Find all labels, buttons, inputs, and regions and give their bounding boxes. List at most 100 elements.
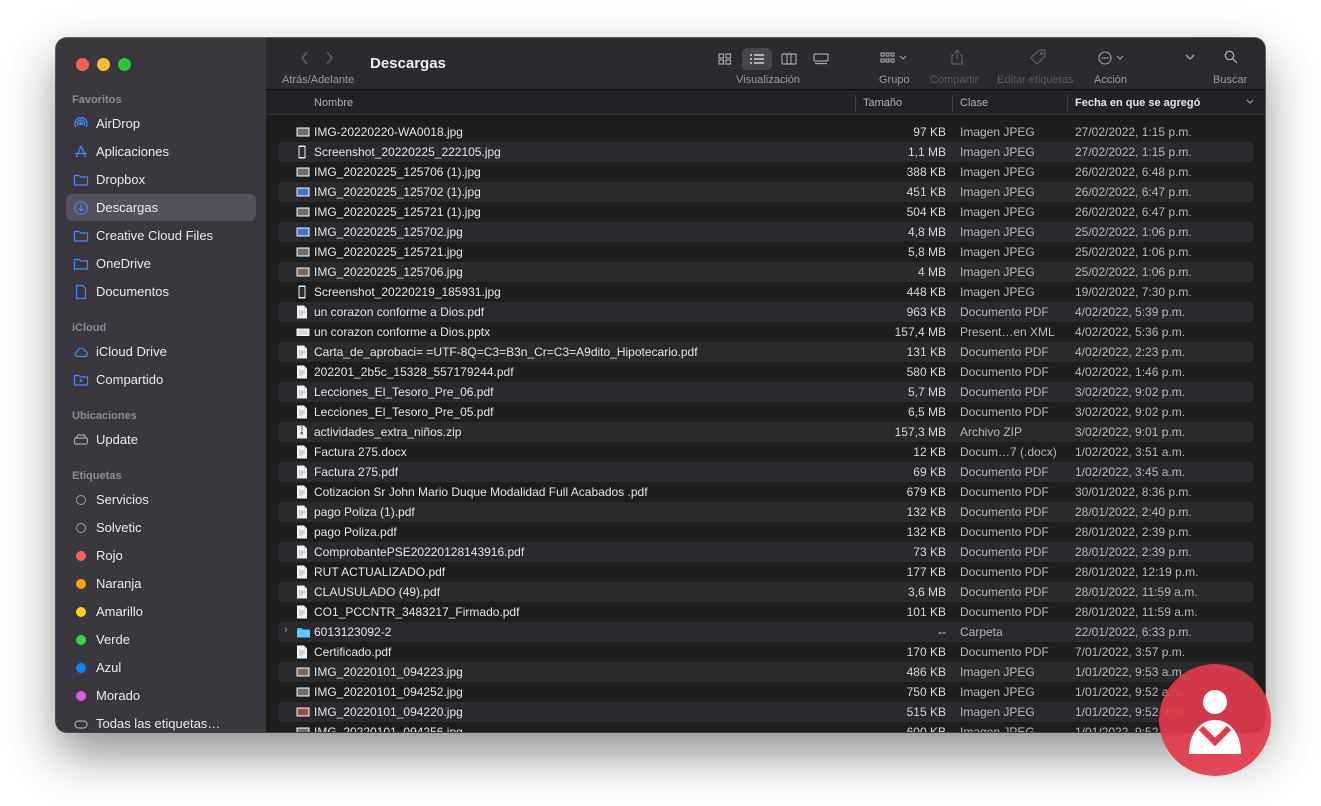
file-row[interactable]: ComprobantePSE20220128143916.pdf 73 KB Doc…	[278, 542, 1254, 562]
sidebar-item-locations[interactable]: Update	[66, 426, 256, 453]
forward-icon[interactable]	[324, 51, 334, 65]
sidebar-item-favorites[interactable]: Aplicaciones	[66, 138, 256, 165]
file-row[interactable]: IMG_20220101_094256.jpg 600 KB Imagen JPEG…	[278, 722, 1254, 732]
column-kind-header[interactable]: Clase	[960, 97, 988, 109]
sidebar-item-label: Compartido	[96, 372, 164, 387]
file-row[interactable]: Carta_de_aprobaci= =UTF-8Q=C3=B3n_Cr=C3=…	[278, 342, 1254, 362]
file-row[interactable]: IMG_20220225_125721.jpg 5,8 MB Imagen JPEG…	[278, 242, 1254, 262]
sidebar-item-favorites[interactable]: AirDrop	[66, 110, 256, 137]
column-separator[interactable]	[1067, 95, 1068, 111]
sidebar-item-favorites[interactable]: Creative Cloud Files	[66, 222, 256, 249]
sidebar-item-tags[interactable]: Rojo	[66, 542, 256, 569]
zoom-window-button[interactable]	[118, 58, 131, 71]
file-row[interactable]: Factura 275.docx 12 KB Docum…7 (.docx) 1/02…	[278, 442, 1254, 462]
column-separator[interactable]	[952, 95, 953, 111]
sidebar-item-favorites[interactable]: Dropbox	[66, 166, 256, 193]
sidebar-item-tags[interactable]: Solvetic	[66, 514, 256, 541]
sidebar-item-favorites[interactable]: Documentos	[66, 278, 256, 305]
sidebar-item-icloud[interactable]: Compartido	[66, 366, 256, 393]
file-row[interactable]: actividades_extra_niños.zip 157,3 MB Archi…	[278, 422, 1254, 442]
file-name: actividades_extra_niños.zip	[314, 425, 462, 439]
file-row[interactable]: un corazon conforme a Dios.pdf 963 KB Docu…	[278, 302, 1254, 322]
file-row[interactable]: Screenshot_20220219_185931.jpg 448 KB Imag…	[278, 282, 1254, 302]
sidebar-item-tags[interactable]: Amarillo	[66, 598, 256, 625]
file-row[interactable]: Cotizacion Sr John Mario Duque Modalidad…	[278, 482, 1254, 502]
column-name-header[interactable]: Nombre	[314, 97, 353, 109]
back-icon[interactable]	[300, 51, 310, 65]
file-name: Cotizacion Sr John Mario Duque Modalidad…	[314, 485, 648, 499]
file-date-added: 28/01/2022, 12:19 p.m.	[1075, 565, 1199, 579]
file-row[interactable]: IMG_20220225_125706 (1).jpg 388 KB Imagen …	[278, 162, 1254, 182]
group-button[interactable]	[880, 52, 908, 64]
file-row[interactable]: › 6013123092-2 -- Carpeta 22/01/2022, 6:33 p…	[278, 622, 1254, 642]
action-label: Acción	[1094, 74, 1128, 86]
file-row[interactable]: Screenshot_20220225_222105.jpg 1,1 MB Imag…	[278, 142, 1254, 162]
column-size-header[interactable]: Tamaño	[863, 97, 902, 109]
close-window-button[interactable]	[76, 58, 89, 71]
sidebar-item-tags[interactable]: Todas las etiquetas…	[66, 710, 256, 732]
main-pane: Atrás/Adelante Descargas Visualización G…	[266, 38, 1265, 732]
file-date-added: 4/02/2022, 5:39 p.m.	[1075, 305, 1186, 319]
sidebar-item-tags[interactable]: Naranja	[66, 570, 256, 597]
disclosure-triangle-icon[interactable]: ›	[284, 624, 288, 636]
file-row[interactable]: Factura 275.pdf 69 KB Documento PDF 1/02/20…	[278, 462, 1254, 482]
column-date-header[interactable]: Fecha en que se agregó	[1075, 97, 1200, 109]
sidebar-item-favorites[interactable]: OneDrive	[66, 250, 256, 277]
file-row[interactable]: IMG_20220225_125702.jpg 4,8 MB Imagen JPEG…	[278, 222, 1254, 242]
gallery-view-button[interactable]	[806, 48, 836, 70]
column-separator[interactable]	[855, 95, 856, 111]
sort-chevron-icon[interactable]	[1245, 97, 1255, 109]
search-icon	[1224, 50, 1238, 64]
file-row[interactable]: CLAUSULADO (49).pdf 3,6 MB Documento PDF 28…	[278, 582, 1254, 602]
sidebar-item-icloud[interactable]: iCloud Drive	[66, 338, 256, 365]
file-size: 4 MB	[917, 265, 946, 279]
file-row[interactable]: IMG_20220225_125702 (1).jpg 451 KB Imagen …	[278, 182, 1254, 202]
column-view-button[interactable]	[774, 48, 804, 70]
file-row[interactable]: pago Poliza (1).pdf 132 KB Documento PDF 28…	[278, 502, 1254, 522]
file-row[interactable]: IMG_20220101_094252.jpg 750 KB Imagen JPEG…	[278, 682, 1254, 702]
file-kind: Docum…7 (.docx)	[960, 445, 1057, 459]
file-row[interactable]: IMG-20220220-WA0018.jpg 97 KB Imagen JPEG 2…	[278, 122, 1254, 142]
document-icon	[296, 365, 308, 379]
file-row[interactable]: pago Poliza.pdf 132 KB Documento PDF 28/01/…	[278, 522, 1254, 542]
sidebar-section-favorites: Favoritos	[72, 94, 122, 106]
icon-view-button[interactable]	[710, 48, 740, 70]
image-icon	[296, 725, 310, 732]
file-row[interactable]: IMG_20220225_125721 (1).jpg 504 KB Imagen …	[278, 202, 1254, 222]
document-icon	[296, 605, 308, 619]
sidebar-item-favorites[interactable]: Descargas	[66, 194, 256, 221]
file-kind: Documento PDF	[960, 585, 1049, 599]
file-kind: Imagen JPEG	[960, 705, 1035, 719]
sidebar-item-tags[interactable]: Azul	[66, 654, 256, 681]
file-size: 12 KB	[913, 445, 946, 459]
file-row[interactable]: IMG_20220101_094220.jpg 515 KB Imagen JPEG…	[278, 702, 1254, 722]
minimize-window-button[interactable]	[97, 58, 110, 71]
search-button[interactable]	[1224, 50, 1238, 64]
sidebar-item-label: Morado	[96, 688, 141, 703]
sidebar-item-tags[interactable]: Servicios	[66, 486, 256, 513]
sidebar-item-label: Naranja	[96, 576, 142, 591]
list-view-button[interactable]	[742, 48, 772, 70]
file-row[interactable]: IMG_20220101_094223.jpg 486 KB Imagen JPEG…	[278, 662, 1254, 682]
airdrop-icon	[66, 116, 96, 132]
file-size: 1,1 MB	[907, 145, 946, 159]
action-button[interactable]	[1098, 51, 1126, 65]
toolbar-overflow-button[interactable]	[1184, 52, 1196, 62]
file-size: 170 KB	[906, 645, 946, 659]
file-row[interactable]: un corazon conforme a Dios.pptx 157,4 MB P…	[278, 322, 1254, 342]
file-row[interactable]: Lecciones_El_Tesoro_Pre_05.pdf 6,5 MB Docu…	[278, 402, 1254, 422]
file-row[interactable]: 202201_2b5c_15328_557179244.pdf 580 KB Doc…	[278, 362, 1254, 382]
sidebar-item-label: AirDrop	[96, 116, 141, 131]
sidebar-item-tags[interactable]: Verde	[66, 626, 256, 653]
file-row[interactable]: CO1_PCCNTR_3483217_Firmado.pdf 101 KB Docu…	[278, 602, 1254, 622]
file-row[interactable]: IMG_20220225_125706.jpg 4 MB Imagen JPEG 25…	[278, 262, 1254, 282]
file-row[interactable]: RUT ACTUALIZADO.pdf 177 KB Documento PDF 28…	[278, 562, 1254, 582]
file-row[interactable]: Lecciones_El_Tesoro_Pre_06.pdf 5,7 MB Docu…	[278, 382, 1254, 402]
sidebar-item-tags[interactable]: Morado	[66, 682, 256, 709]
share-button[interactable]	[950, 49, 964, 65]
share-icon	[951, 49, 963, 65]
file-row[interactable]: Certificado.pdf 170 KB Documento PDF 7/01/2…	[278, 642, 1254, 662]
edit-tags-button[interactable]	[1030, 49, 1046, 65]
file-size: 504 KB	[906, 205, 946, 219]
file-date-added: 22/01/2022, 6:33 p.m.	[1075, 625, 1192, 639]
